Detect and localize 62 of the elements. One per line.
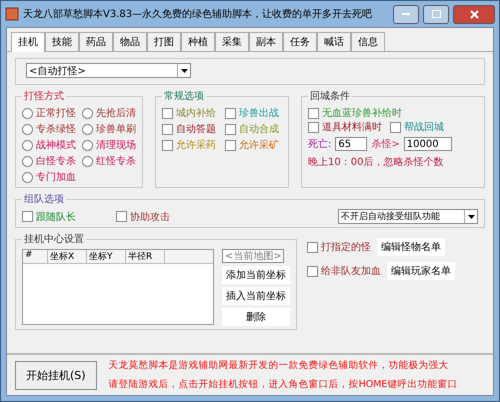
notice-text: 天龙莫愁脚本是游戏辅助网最新开发的一款免费绿色辅助软件，功能极为强大	[108, 359, 450, 372]
tab[interactable]: 喊话	[317, 32, 351, 51]
tab[interactable]: 采集	[215, 32, 249, 51]
map-field[interactable]: <当前地图>	[222, 249, 284, 263]
radio-option[interactable]: 红怪专杀	[82, 154, 136, 168]
group-title: 打怪方式	[23, 90, 65, 103]
dropdown-arrow-icon	[180, 68, 188, 72]
tab[interactable]: 挂机	[11, 32, 45, 52]
death-count-field[interactable]: 65	[335, 137, 368, 151]
mode-dropdown[interactable]: <自动打怪>	[26, 63, 191, 78]
team-accept-dropdown[interactable]: 不开启自动接受组队功能	[338, 209, 478, 224]
maximize-icon	[432, 10, 440, 18]
app-icon	[5, 7, 19, 21]
radio-option[interactable]: 专门加血	[22, 170, 76, 184]
tab[interactable]: 打图	[147, 32, 181, 51]
tab[interactable]: 药品	[79, 32, 113, 51]
group-title: 常规选项	[163, 90, 205, 103]
start-button[interactable]: 开始挂机(S)	[15, 360, 97, 390]
radio-option[interactable]: 正常打怪	[22, 106, 76, 120]
checkbox-option[interactable]: 打指定的怪	[307, 240, 371, 254]
field-label: 杀怪>	[371, 138, 400, 151]
close-icon	[470, 10, 478, 18]
notice-text: 请登陆游戏后，点击开始挂机按钮，进入角色窗口后，按HOME键呼出功能窗口	[108, 378, 458, 391]
checkbox-option[interactable]: 自动答题	[162, 122, 219, 136]
radio-option[interactable]: 战神模式	[22, 138, 76, 152]
column-header: 半径R	[126, 250, 165, 263]
tab[interactable]: 副本	[249, 32, 283, 51]
group-title: 回城条件	[309, 90, 351, 103]
tab[interactable]: 物品	[113, 32, 147, 51]
radio-option[interactable]: 清理现场	[82, 138, 136, 152]
group-title: 挂机中心设置	[23, 232, 85, 246]
coordinate-button[interactable]: 添加当前坐标	[222, 266, 290, 284]
window-title: 天龙八部草愁脚本V3.83—永久免费的绿色辅助脚本，让收费的单开多开去死吧	[23, 8, 374, 21]
radio-option[interactable]: 白怪专杀	[22, 154, 76, 168]
column-header: 坐标X	[48, 250, 87, 263]
checkbox-option[interactable]: 帮战回城	[390, 120, 444, 134]
maximize-button[interactable]	[423, 4, 449, 24]
column-header: 坐标Y	[87, 250, 126, 263]
tab[interactable]: 技能	[45, 32, 79, 51]
dropdown-arrow-icon	[468, 214, 474, 218]
radio-option[interactable]: 珍兽单刷	[82, 122, 136, 136]
checkbox-option[interactable]: 跟随队长	[22, 210, 76, 224]
tab[interactable]: 信息	[351, 32, 385, 51]
edit-list-button[interactable]: 编辑玩家名单	[387, 262, 455, 280]
group-title: 组队选项	[23, 192, 65, 206]
checkbox-option[interactable]: 协助攻击	[116, 210, 170, 224]
minimize-icon	[402, 12, 410, 16]
tab[interactable]: 任务	[283, 32, 317, 51]
note-text: 晚上10：00后，忽略杀怪个数	[308, 157, 444, 168]
checkbox-option[interactable]: 给非队友加血	[307, 264, 381, 278]
tab[interactable]: 种植	[181, 32, 215, 51]
close-button[interactable]	[453, 4, 495, 24]
coordinate-button[interactable]: 删除	[222, 308, 290, 326]
field-label: 死亡:	[308, 138, 332, 151]
checkbox-option[interactable]: 道具材料满时	[308, 120, 382, 134]
minimize-button[interactable]	[393, 4, 419, 24]
edit-list-button[interactable]: 编辑怪物名单	[377, 238, 445, 256]
kill-count-field[interactable]: 10000	[404, 137, 452, 151]
radio-option[interactable]: 先抢后清	[82, 106, 136, 120]
coordinate-button[interactable]: 插入当前坐标	[222, 287, 290, 305]
radio-option[interactable]: 专杀绿怪	[22, 122, 76, 136]
column-header: #	[23, 250, 48, 263]
